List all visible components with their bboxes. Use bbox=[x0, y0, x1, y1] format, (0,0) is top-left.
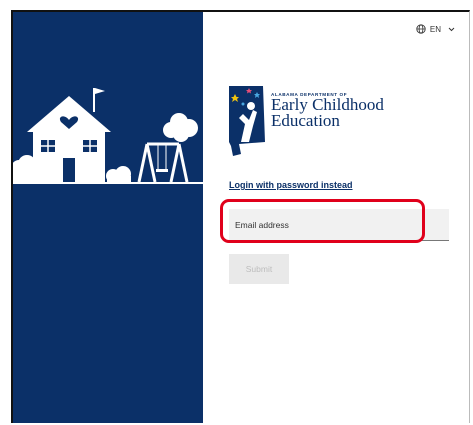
language-label: EN bbox=[429, 24, 441, 34]
language-selector[interactable]: EN bbox=[416, 24, 455, 34]
org-logo: ALABAMA DEPARTMENT OF Early Childhood Ed… bbox=[227, 84, 384, 158]
submit-button[interactable]: Submit bbox=[229, 254, 289, 284]
login-window: EN ALABAMA DEPARTMENT OF Early Childhood… bbox=[11, 10, 470, 423]
login-with-password-link[interactable]: Login with password instead bbox=[229, 180, 353, 190]
email-placeholder: Email address bbox=[235, 219, 289, 230]
hero-panel bbox=[13, 12, 203, 423]
house-playground-illustration bbox=[13, 88, 203, 184]
org-title-line2: Education bbox=[271, 111, 340, 130]
email-input[interactable]: Email address bbox=[229, 209, 449, 241]
state-child-emblem-icon bbox=[229, 86, 265, 156]
login-panel: EN ALABAMA DEPARTMENT OF Early Childhood… bbox=[203, 12, 469, 423]
chevron-down-icon bbox=[448, 27, 455, 31]
globe-icon bbox=[416, 24, 426, 34]
